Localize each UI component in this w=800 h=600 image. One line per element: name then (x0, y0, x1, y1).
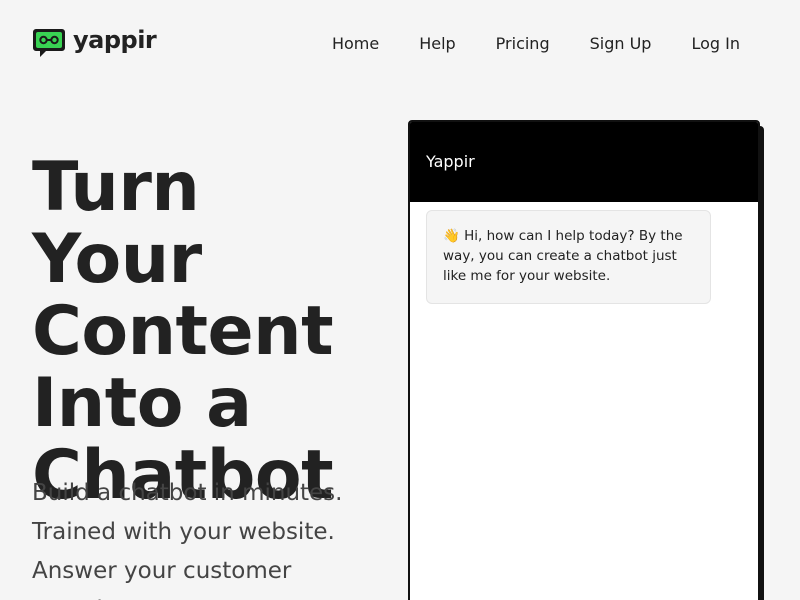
chat-header-title: Yappir (410, 122, 758, 202)
speech-bubble-eyes-icon (33, 29, 65, 57)
nav-log-in[interactable]: Log In (691, 34, 740, 54)
brand-name: yappir (73, 26, 157, 54)
nav-help[interactable]: Help (419, 34, 455, 54)
main-nav: Home Help Pricing Sign Up Log In (332, 34, 740, 54)
site-header: yappir Home Help Pricing Sign Up Log In (0, 0, 800, 88)
bot-message-bubble: 👋 Hi, how can I help today? By the way, … (426, 210, 711, 304)
chat-widget[interactable]: Yappir 👋 Hi, how can I help today? By th… (408, 120, 760, 600)
hero-subtitle-line: Answer your customer (32, 558, 292, 584)
hero-title-line: Content (32, 292, 334, 371)
hero-title-line: Into a (32, 364, 252, 443)
hero-subtitle-line: Trained with your website. (32, 519, 335, 545)
hero-subtitle-line: questions. (32, 591, 362, 600)
nav-pricing[interactable]: Pricing (496, 34, 550, 54)
hero-title: Turn Your Content Into a Chatbot (32, 152, 392, 512)
hero-subtitle: Build a chatbot in minutes. Trained with… (32, 474, 362, 600)
hero-title-line: Turn Your (32, 148, 202, 299)
logo-link[interactable]: yappir (32, 26, 157, 59)
hero-subtitle-line: Build a chatbot in minutes. (32, 480, 343, 506)
nav-home[interactable]: Home (332, 34, 379, 54)
nav-sign-up[interactable]: Sign Up (590, 34, 652, 54)
